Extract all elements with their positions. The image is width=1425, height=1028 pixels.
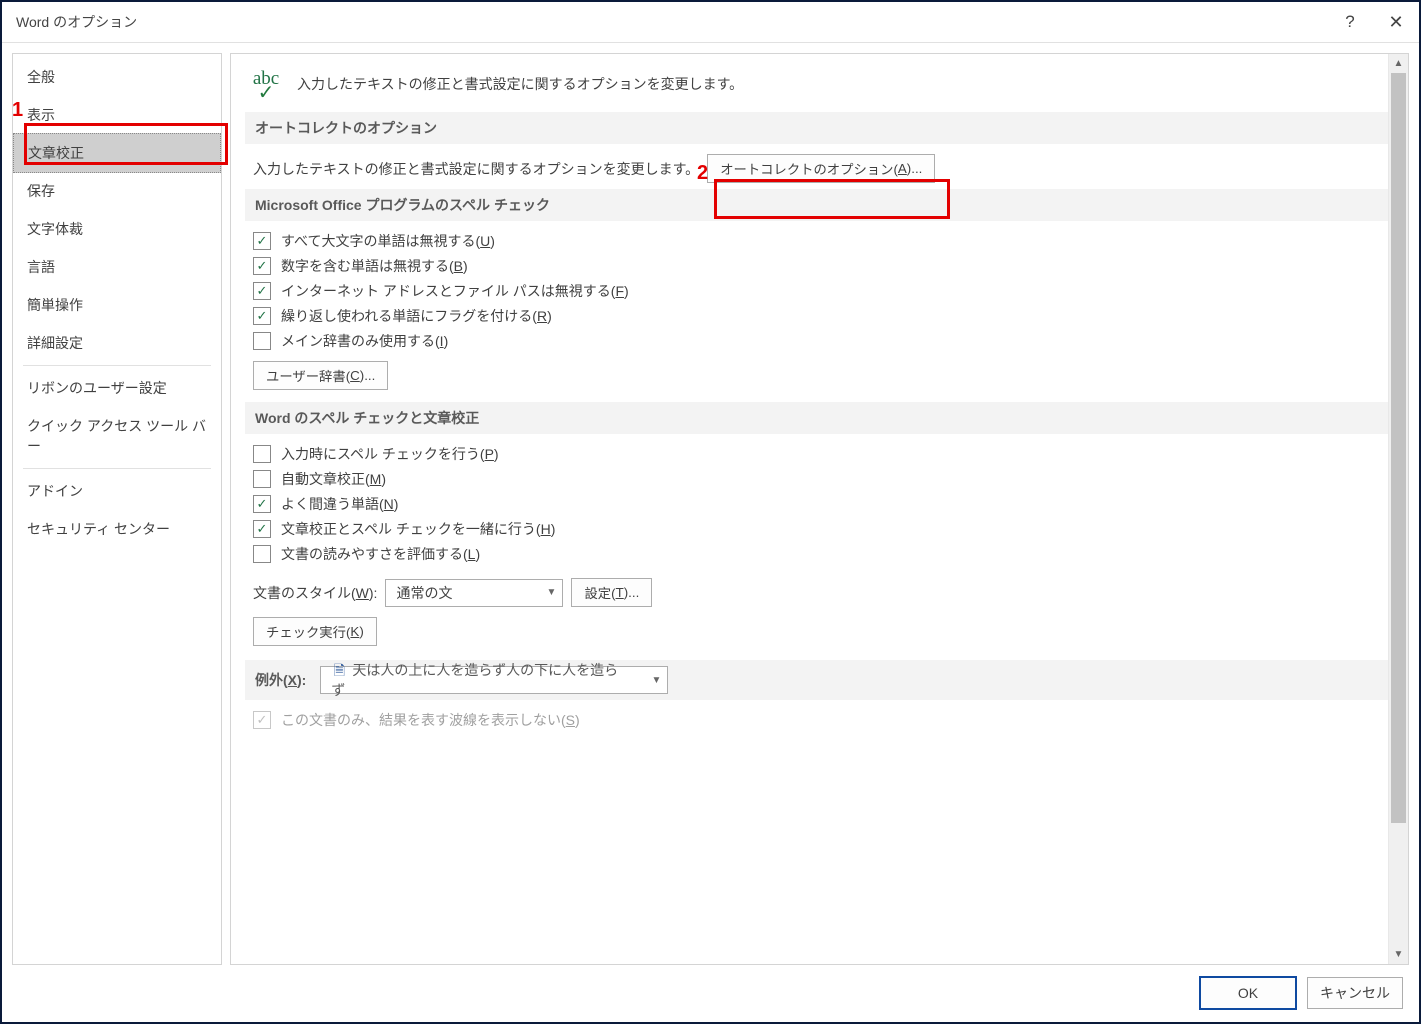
annotation-number-2: 2 <box>697 162 708 185</box>
scrollbar-thumb[interactable] <box>1391 73 1406 823</box>
main-panel: abc ✓ 入力したテキストの修正と書式設定に関するオプションを変更します。 オ… <box>230 53 1409 965</box>
annotation-number-1: 1 <box>12 99 23 122</box>
section-office-spell-header: Microsoft Office プログラムのスペル チェック <box>245 189 1390 221</box>
exceptions-document-select[interactable]: 🗎天は人の上に人を造らず人の下に人を造らず ▼ <box>320 666 668 694</box>
cb-grammar-with-spell[interactable]: ✓文章校正とスペル チェックを一緒に行う(H) <box>253 519 1390 539</box>
proofing-icon: abc ✓ <box>249 70 283 98</box>
sidebar-item-display[interactable]: 表示 <box>13 96 221 134</box>
cb-hide-spelling-this-doc: ✓この文書のみ、結果を表す波線を表示しない(S) <box>253 710 1390 730</box>
cb-flag-repeated[interactable]: ✓繰り返し使われる単語にフラグを付ける(R) <box>253 306 1390 326</box>
sidebar-item-accessibility[interactable]: 簡単操作 <box>13 286 221 324</box>
cb-readability[interactable]: 文書の読みやすさを評価する(L) <box>253 544 1390 564</box>
cb-auto-grammar[interactable]: 自動文章校正(M) <box>253 469 1390 489</box>
scroll-up-icon[interactable]: ▲ <box>1389 54 1408 73</box>
cb-frequently-confused[interactable]: ✓よく間違う単語(N) <box>253 494 1390 514</box>
cancel-button[interactable]: キャンセル <box>1307 977 1403 1009</box>
section-autocorrect-header: オートコレクトのオプション <box>245 112 1390 144</box>
sidebar-item-advanced[interactable]: 詳細設定 <box>13 324 221 362</box>
sidebar-item-proofing[interactable]: 文章校正 <box>13 133 221 173</box>
cb-main-dict-only[interactable]: メイン辞書のみ使用する(I) <box>253 331 1390 351</box>
sidebar-item-general[interactable]: 全般 <box>13 58 221 96</box>
cb-ignore-numbers[interactable]: ✓数字を含む単語は無視する(B) <box>253 256 1390 276</box>
word-document-icon: 🗎 <box>331 664 347 680</box>
sidebar-item-language[interactable]: 言語 <box>13 248 221 286</box>
scroll-down-icon[interactable]: ▼ <box>1389 945 1408 964</box>
chevron-down-icon: ▼ <box>651 675 661 686</box>
section-word-spell-header: Word のスペル チェックと文章校正 <box>245 402 1390 434</box>
ok-button[interactable]: OK <box>1199 976 1297 1010</box>
sidebar-item-addins[interactable]: アドイン <box>13 472 221 510</box>
sidebar-item-typography[interactable]: 文字体裁 <box>13 210 221 248</box>
sidebar-item-trust-center[interactable]: セキュリティ センター <box>13 510 221 548</box>
help-button[interactable]: ? <box>1327 2 1373 42</box>
vertical-scrollbar[interactable]: ▲ ▼ <box>1388 54 1408 964</box>
autocorrect-desc: 入力したテキストの修正と書式設定に関するオプションを変更します。 <box>253 159 699 179</box>
cb-ignore-uppercase[interactable]: ✓すべて大文字の単語は無視する(U) <box>253 231 1390 251</box>
writing-style-label: 文書のスタイル(W): <box>253 583 377 603</box>
sidebar-item-save[interactable]: 保存 <box>13 172 221 210</box>
close-button[interactable]: ✕ <box>1373 2 1419 42</box>
cb-ignore-urls[interactable]: ✓インターネット アドレスとファイル パスは無視する(F) <box>253 281 1390 301</box>
cb-check-spelling-typing[interactable]: 入力時にスペル チェックを行う(P) <box>253 444 1390 464</box>
recheck-button[interactable]: チェック実行(K) <box>253 617 377 646</box>
section-exceptions-header: 例外(X): 🗎天は人の上に人を造らず人の下に人を造らず ▼ <box>245 660 1390 700</box>
chevron-down-icon: ▼ <box>547 587 557 598</box>
writing-style-select[interactable]: 通常の文▼ <box>385 579 563 607</box>
window-title: Word のオプション <box>16 12 1327 32</box>
sidebar-item-customize-ribbon[interactable]: リボンのユーザー設定 <box>13 369 221 407</box>
sidebar: 全般 表示 文章校正 保存 文字体裁 言語 簡単操作 詳細設定 リボンのユーザー… <box>12 53 222 965</box>
header-description: 入力したテキストの修正と書式設定に関するオプションを変更します。 <box>297 74 743 94</box>
autocorrect-options-button[interactable]: オートコレクトのオプション(A)... <box>707 154 935 183</box>
custom-dictionaries-button[interactable]: ユーザー辞書(C)... <box>253 361 388 390</box>
sidebar-item-quick-access[interactable]: クイック アクセス ツール バー <box>13 407 221 465</box>
settings-button[interactable]: 設定(T)... <box>571 578 652 607</box>
